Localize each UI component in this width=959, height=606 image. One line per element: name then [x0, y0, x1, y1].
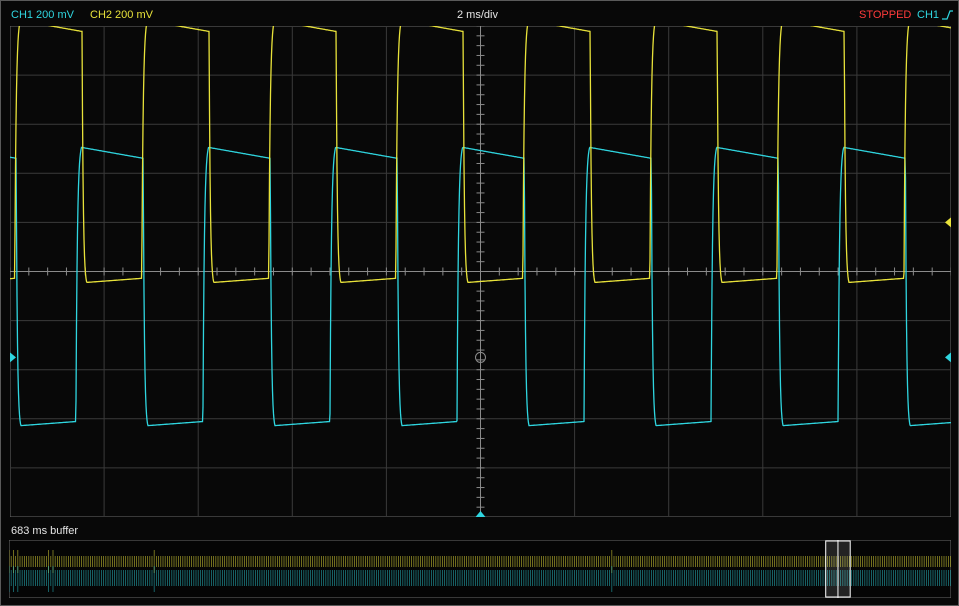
ch2-scale-label[interactable]: CH2 200 mV: [90, 8, 153, 22]
overview-frame: [9, 540, 951, 598]
rising-edge-icon: [942, 10, 953, 20]
timebase-label[interactable]: 2 ms/div: [457, 8, 498, 22]
trigger-source-label[interactable]: CH1: [917, 8, 939, 22]
buffer-overview[interactable]: [9, 540, 951, 598]
oscilloscope-window: CH1 200 mV CH2 200 mV 2 ms/div STOPPED C…: [0, 0, 959, 606]
ch1-scale-label[interactable]: CH1 200 mV: [11, 8, 74, 22]
status-bar: CH1 200 mV CH2 200 mV 2 ms/div STOPPED C…: [1, 1, 959, 25]
waveform-display[interactable]: [10, 26, 951, 517]
acquisition-status[interactable]: STOPPED: [859, 8, 911, 22]
buffer-label: 683 ms buffer: [11, 525, 79, 537]
